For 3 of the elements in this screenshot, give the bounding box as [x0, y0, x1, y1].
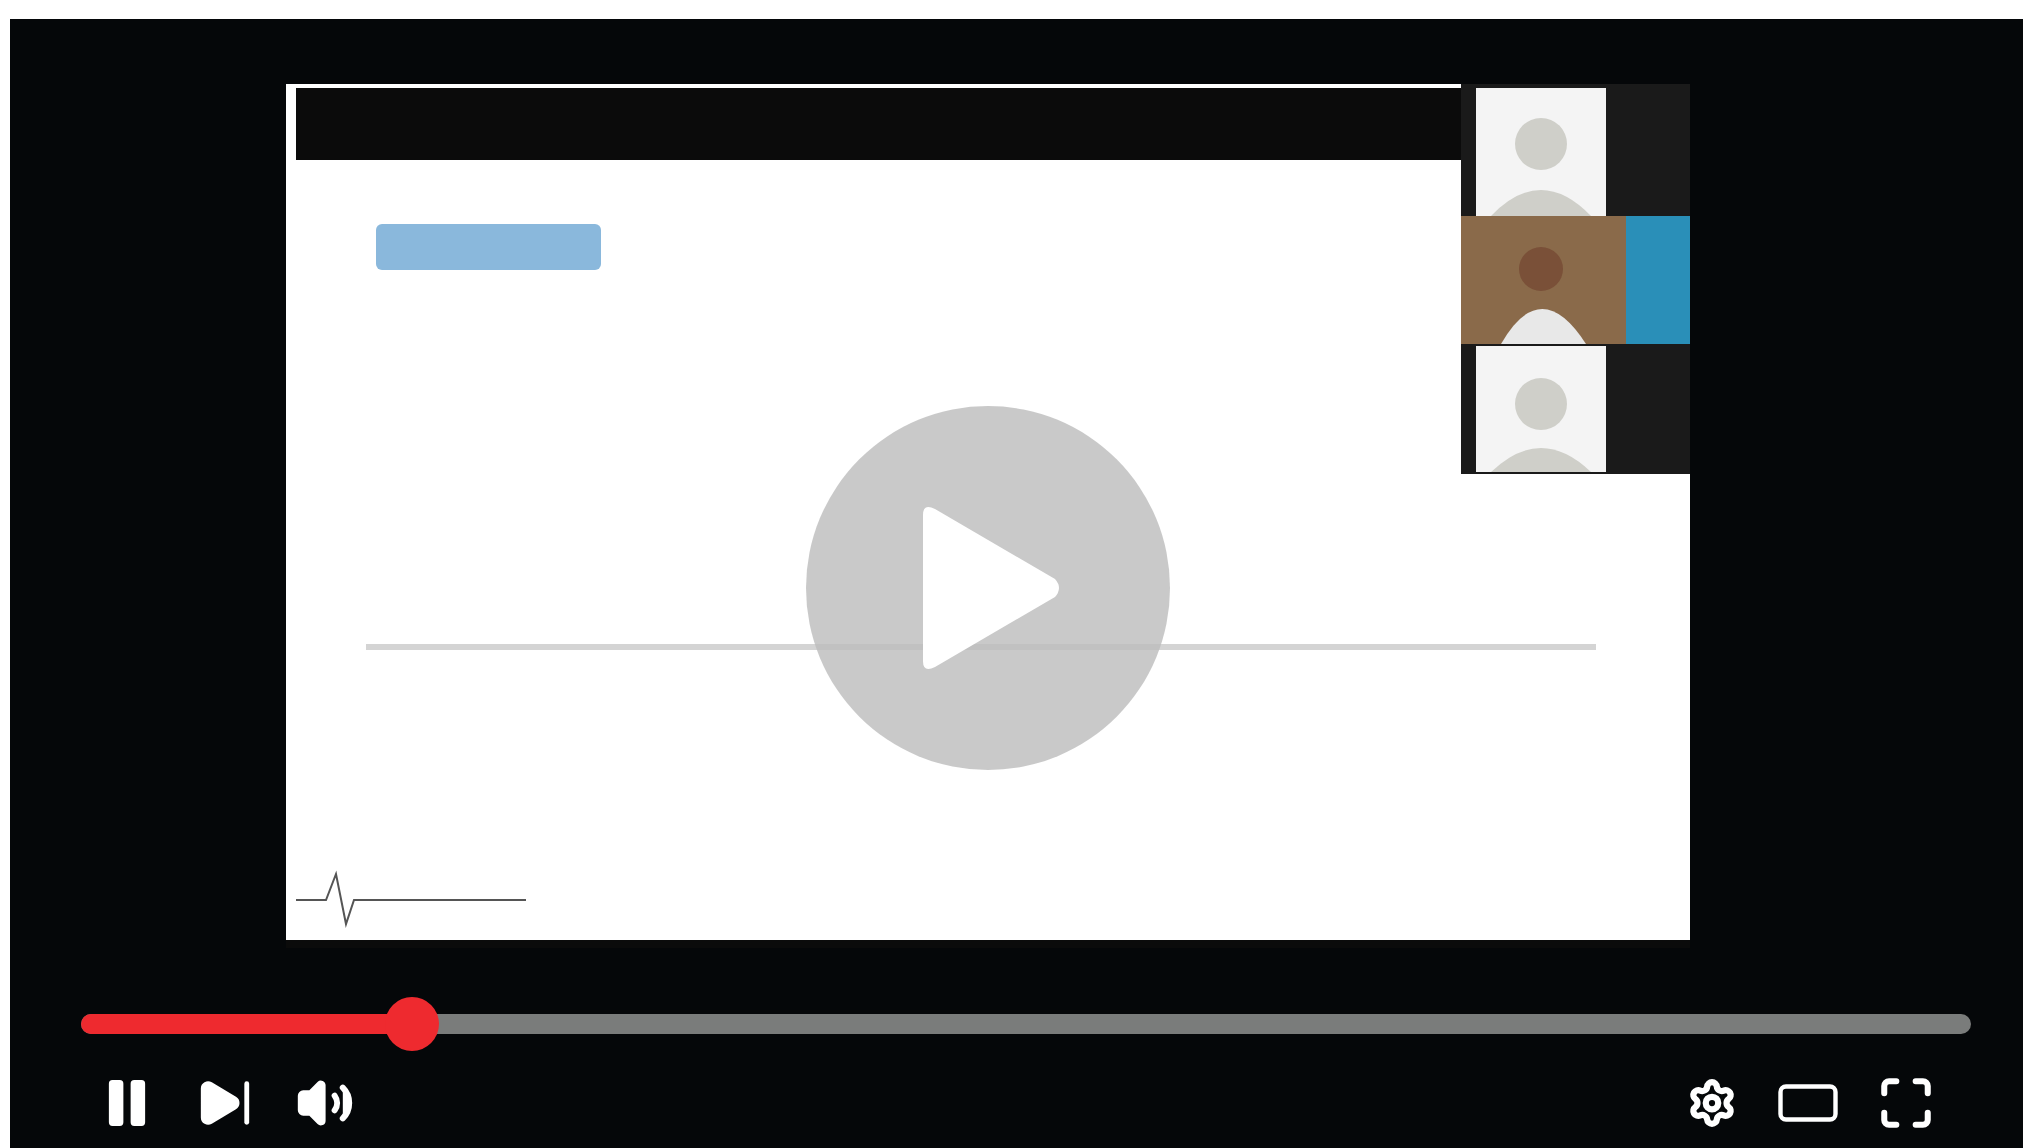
progress-track[interactable]: [81, 1014, 1971, 1034]
settings-button[interactable]: [1687, 1078, 1737, 1128]
progress-thumb[interactable]: [384, 997, 439, 1051]
